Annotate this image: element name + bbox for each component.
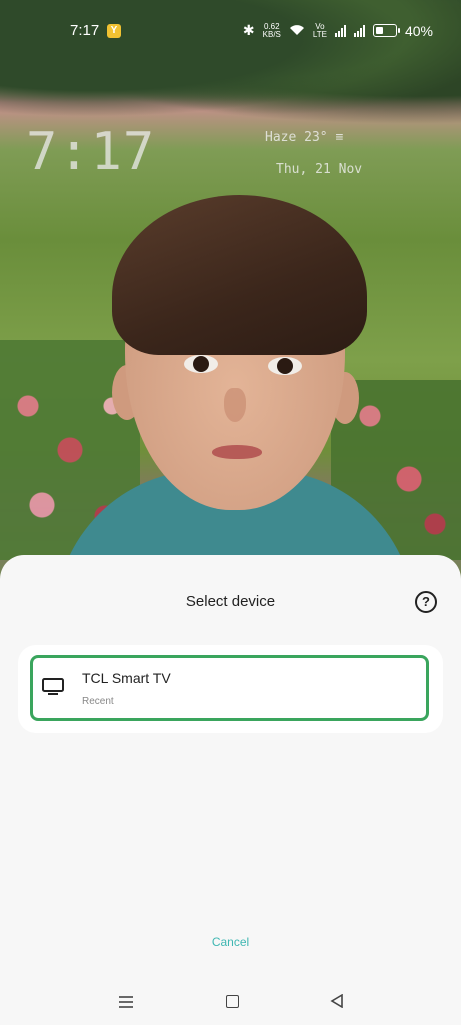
portrait-nose: [224, 388, 246, 422]
help-circle-icon[interactable]: ?: [415, 591, 437, 613]
network-speed: 0.62 KB/S: [262, 22, 281, 39]
portrait-eye-left: [184, 355, 218, 373]
battery-icon: [372, 24, 400, 37]
battery-percent: 40%: [404, 22, 433, 39]
status-time: 7:17: [70, 22, 100, 39]
device-item-tcl-smart-tv[interactable]: TCL Smart TV Recent: [30, 655, 429, 721]
back-icon[interactable]: [330, 993, 344, 1013]
device-list: TCL Smart TV Recent: [18, 645, 443, 733]
child-portrait: [0, 0, 461, 600]
portrait-hair: [112, 195, 367, 355]
haze-icon: ≡: [335, 130, 344, 145]
portrait-eye-right: [268, 357, 302, 375]
status-indicators: ✱ 0.62 KB/S Vo LTE 40%: [243, 22, 433, 39]
bluetooth-icon: ✱: [242, 22, 255, 38]
signal-bars-1-icon: [334, 24, 346, 37]
cancel-button[interactable]: Cancel: [0, 935, 461, 949]
select-device-sheet: Select device ? TCL Smart TV Recent Canc…: [0, 555, 461, 1024]
menu-icon[interactable]: [119, 995, 133, 1013]
volte-indicator: Vo LTE: [312, 22, 327, 39]
system-nav-bar: [0, 985, 461, 1025]
notification-app-icon: Y: [107, 24, 121, 38]
volte-bottom: LTE: [312, 29, 327, 39]
home-icon[interactable]: [226, 995, 239, 1008]
wallpaper-photo: [0, 0, 461, 600]
lockscreen-clock: 7:17: [26, 122, 156, 182]
weather-text: Haze 23°: [265, 130, 328, 145]
status-bar: 7:17 Y ✱ 0.62 KB/S Vo LTE 40%: [0, 0, 461, 62]
device-subtitle: Recent: [82, 696, 114, 707]
tv-icon: [42, 678, 64, 701]
portrait-mouth: [212, 445, 262, 459]
network-speed-unit: KB/S: [262, 29, 281, 39]
device-name: TCL Smart TV: [82, 670, 171, 686]
wifi-icon: [289, 23, 305, 39]
lockscreen-date: Thu, 21 Nov: [276, 162, 363, 177]
lockscreen-weather: Haze 23° ≡: [265, 130, 343, 145]
dialog-title: Select device: [185, 593, 276, 610]
signal-bars-2-icon: [353, 24, 365, 37]
